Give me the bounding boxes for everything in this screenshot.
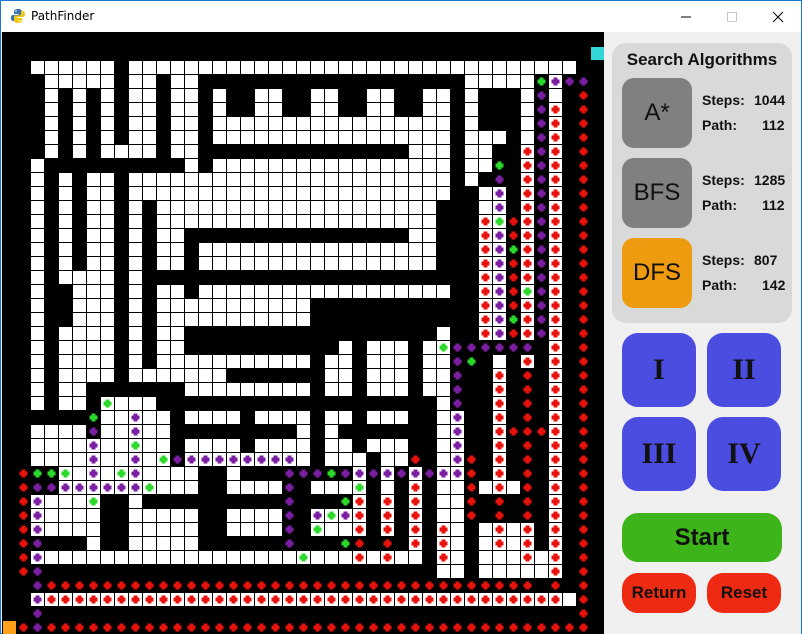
app-window: PathFinder Search Algorithms A* Steps: 10… <box>0 0 802 634</box>
start-button[interactable]: Start <box>622 513 782 562</box>
bfs-steps: Steps: 1285 <box>702 172 786 188</box>
maze-canvas[interactable] <box>2 32 604 634</box>
algorithm-panel: Search Algorithms A* Steps: 1044 Path: 112… <box>612 43 792 323</box>
control-sidebar: Search Algorithms A* Steps: 1044 Path: 112… <box>604 32 801 634</box>
maze-i-button[interactable]: I <box>622 333 696 407</box>
maze-iv-button[interactable]: IV <box>707 417 781 491</box>
minimize-icon <box>681 16 691 17</box>
algorithm-label: DFS <box>633 259 681 286</box>
goal-cell <box>591 47 604 60</box>
astar-steps: Steps: 1044 <box>702 92 786 108</box>
astar-button[interactable]: A* <box>622 78 692 148</box>
maze-ii-button[interactable]: II <box>707 333 781 407</box>
dfs-button[interactable]: DFS <box>622 238 692 308</box>
algorithm-label: BFS <box>633 179 681 206</box>
astar-path: Path: 112 <box>702 117 785 133</box>
window-title: PathFinder <box>31 9 95 23</box>
bfs-path: Path: 112 <box>702 197 785 213</box>
maze-grid[interactable] <box>2 32 604 634</box>
close-icon <box>772 11 784 22</box>
start-cell <box>3 621 16 634</box>
bfs-button[interactable]: BFS <box>622 158 692 228</box>
maximize-icon <box>727 11 737 22</box>
dfs-path: Path: 142 <box>702 277 786 293</box>
python-icon <box>11 9 25 23</box>
maximize-button[interactable] <box>709 1 755 32</box>
close-button[interactable] <box>755 1 801 32</box>
return-button[interactable]: Return <box>622 573 696 613</box>
maze-iii-button[interactable]: III <box>622 417 696 491</box>
reset-button[interactable]: Reset <box>707 573 781 613</box>
panel-title: Search Algorithms <box>626 50 778 69</box>
algorithm-label: A* <box>644 99 670 126</box>
dfs-steps: Steps: 807 <box>702 252 778 268</box>
minimize-button[interactable] <box>663 1 709 32</box>
title-bar[interactable]: PathFinder <box>1 1 801 32</box>
